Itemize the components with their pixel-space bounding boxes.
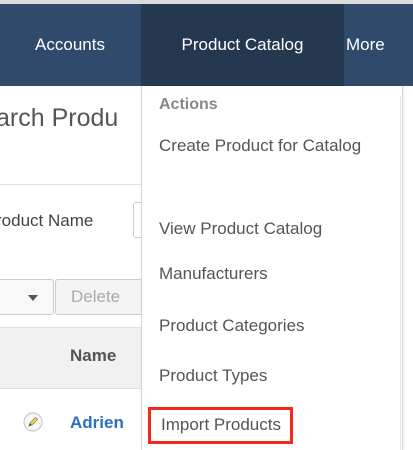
menu-item-product-types[interactable]: Product Types	[159, 364, 389, 388]
delete-button[interactable]: Delete	[55, 279, 145, 315]
menu-item-manufacturers[interactable]: Manufacturers	[159, 262, 389, 286]
page-title: arch Produ	[0, 104, 119, 132]
divider	[0, 184, 150, 185]
bulk-action-dropdown[interactable]	[0, 279, 54, 315]
caret-down-icon	[28, 295, 38, 301]
top-navigation-bar: Accounts Product Catalog More	[0, 0, 413, 86]
nav-more[interactable]: More	[344, 4, 385, 86]
nav-product-catalog[interactable]: Product Catalog	[141, 4, 344, 86]
menu-header-actions: Actions	[159, 96, 218, 113]
divider	[400, 96, 401, 450]
menu-item-product-categories[interactable]: Product Categories	[159, 314, 389, 338]
menu-item-create-product-for-catalog[interactable]: Create Product for Catalog	[159, 134, 389, 158]
product-name-label: roduct Name	[0, 211, 94, 230]
pencil-icon[interactable]	[23, 412, 43, 432]
column-header-name[interactable]: Name	[70, 346, 116, 366]
menu-item-view-product-catalog[interactable]: View Product Catalog	[159, 217, 389, 241]
table-header: Name	[0, 327, 150, 389]
menu-item-import-products[interactable]: Import Products	[148, 407, 293, 444]
nav-accounts[interactable]: Accounts	[0, 4, 140, 86]
table-row-name-link[interactable]: Adrien	[70, 413, 124, 433]
product-catalog-dropdown-menu: Actions Create Product for Catalog View …	[141, 86, 403, 450]
